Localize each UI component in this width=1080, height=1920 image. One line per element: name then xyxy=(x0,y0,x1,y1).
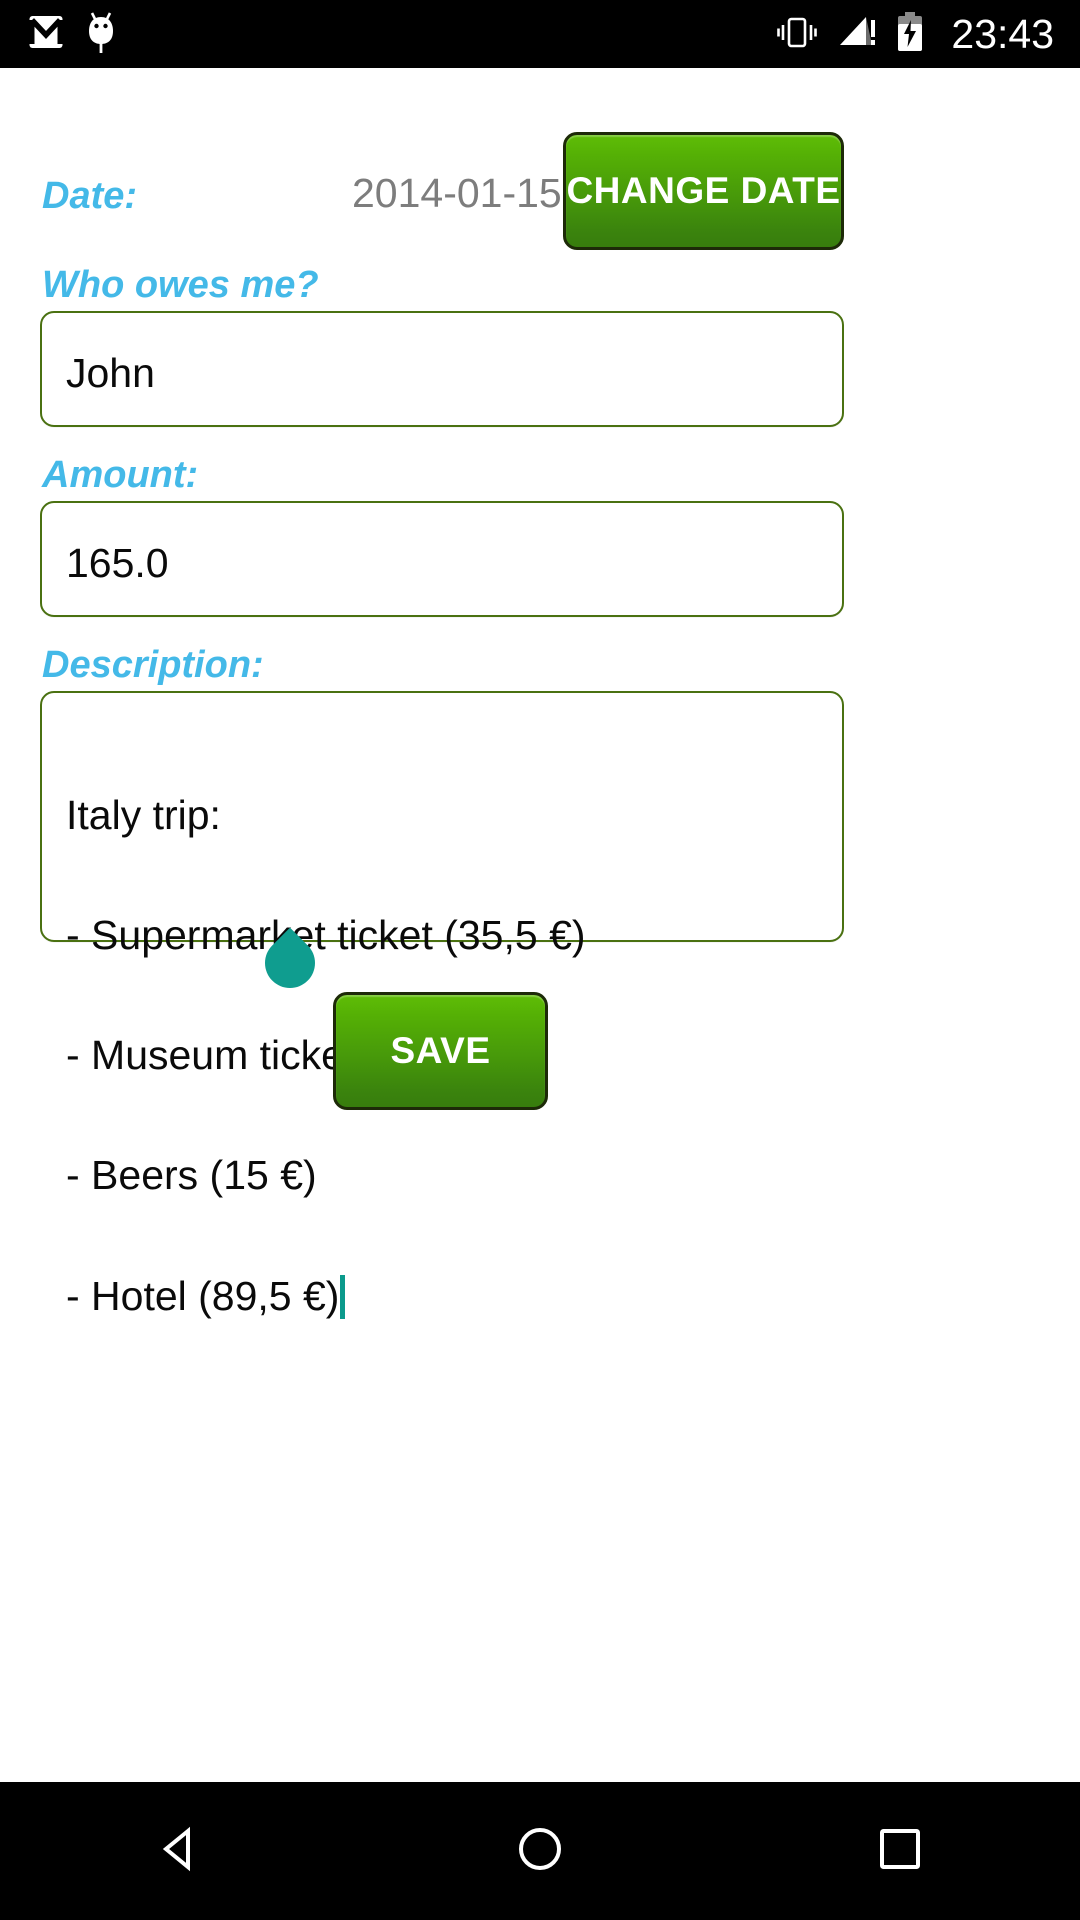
description-line: Italy trip: xyxy=(66,792,221,838)
nav-back-button[interactable] xyxy=(120,1782,240,1920)
home-circle-icon xyxy=(514,1823,566,1880)
status-bar-clock: 23:43 xyxy=(951,10,1054,57)
who-owes-input[interactable]: John xyxy=(40,311,844,427)
who-owes-value: John xyxy=(66,350,155,396)
amount-input[interactable]: 165.0 xyxy=(40,501,844,617)
phone-screen: 23:43 Date: 2014-01-15 CHANGE DATE Who o… xyxy=(0,0,1080,1920)
description-label: Description: xyxy=(42,644,264,686)
status-bar-left-icons xyxy=(28,10,116,59)
battery-charging-icon xyxy=(895,11,925,58)
change-date-button[interactable]: CHANGE DATE xyxy=(563,132,844,250)
description-line-with-caret: - Hotel (89,5 €) xyxy=(66,1275,826,1319)
text-caret-icon xyxy=(340,1275,346,1319)
description-line: - Beers (15 €) xyxy=(66,1152,317,1198)
nav-home-button[interactable] xyxy=(480,1782,600,1920)
date-label: Date: xyxy=(42,175,138,217)
status-bar: 23:43 xyxy=(0,0,1080,68)
android-bug-icon xyxy=(86,10,116,59)
back-triangle-icon xyxy=(154,1823,206,1880)
status-bar-right-icons: 23:43 xyxy=(775,11,1054,58)
date-value: 2014-01-15 xyxy=(352,170,562,216)
who-owes-label: Who owes me? xyxy=(42,264,319,306)
date-row: Date: 2014-01-15 CHANGE DATE xyxy=(0,100,1080,250)
vibrate-icon xyxy=(775,11,819,58)
recents-square-icon xyxy=(874,1823,926,1880)
amount-value: 165.0 xyxy=(66,540,169,586)
amount-label: Amount: xyxy=(42,454,199,496)
signal-warning-icon xyxy=(836,12,878,57)
gmail-icon xyxy=(28,13,64,56)
debt-entry-form: Date: 2014-01-15 CHANGE DATE Who owes me… xyxy=(0,68,1080,1782)
nav-recents-button[interactable] xyxy=(840,1782,960,1920)
description-textarea[interactable]: Italy trip: - Supermarket ticket (35,5 €… xyxy=(40,691,844,1319)
system-navigation-bar xyxy=(0,1782,1080,1920)
save-button[interactable]: SAVE xyxy=(333,992,548,1110)
description-line-text: - Hotel (89,5 €) xyxy=(66,1273,340,1319)
description-line: - Supermarket ticket (35,5 €) xyxy=(66,912,586,958)
